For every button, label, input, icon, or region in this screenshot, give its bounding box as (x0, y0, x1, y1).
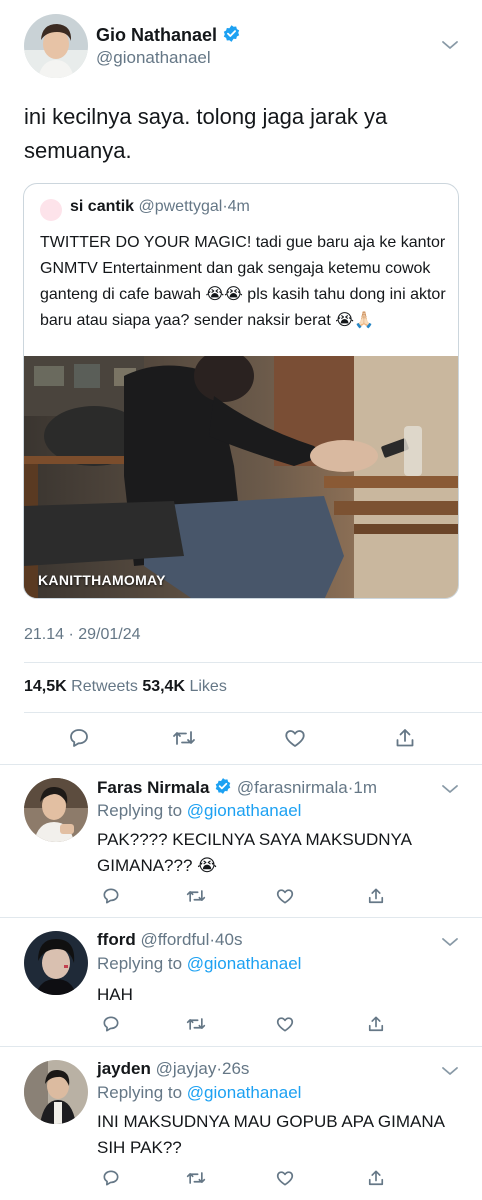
reply-header: fford @ffordful·40s (97, 930, 242, 950)
share-button[interactable] (362, 884, 390, 908)
main-avatar[interactable] (24, 14, 88, 78)
retweets-count[interactable]: 14,5K (24, 678, 67, 695)
share-button[interactable] (362, 1012, 390, 1036)
chevron-down-icon[interactable] (441, 38, 459, 56)
reply-header: jayden @jayjay·26s (97, 1059, 249, 1079)
author-name-text[interactable]: Gio Nathanael (96, 25, 217, 45)
reply-avatar[interactable] (24, 778, 88, 842)
reply-avatar[interactable] (24, 931, 88, 995)
quoted-tweet-text: TWITTER DO YOUR MAGIC! tadi gue baru aja… (40, 234, 446, 329)
reply-author-name[interactable]: fford (97, 930, 136, 949)
reply-tweet[interactable]: jayden @jayjay·26s Replying to @gionatha… (0, 1046, 482, 1200)
retweet-icon (186, 1172, 206, 1184)
retweet-button[interactable] (168, 725, 200, 751)
like-icon (276, 1017, 294, 1032)
reply-button[interactable] (97, 1012, 125, 1036)
like-icon (276, 889, 294, 904)
likes-label[interactable]: Likes (189, 678, 226, 695)
retweet-icon (186, 1018, 206, 1030)
retweet-button[interactable] (182, 1166, 210, 1190)
reply-icon (103, 1170, 119, 1186)
reply-avatar[interactable] (24, 1060, 88, 1124)
reply-author-handle[interactable]: @jayjay (156, 1059, 217, 1078)
reply-text: HAH (97, 985, 133, 1004)
like-button[interactable] (271, 1012, 299, 1036)
verified-badge-icon (214, 777, 232, 800)
like-icon (276, 1171, 294, 1186)
replying-to-link[interactable]: @gionathanael (187, 1083, 302, 1102)
like-button[interactable] (279, 725, 311, 751)
like-icon (285, 730, 305, 747)
reply-text: INI MAKSUDNYA MAU GOPUB APA GIMANA SIH P… (97, 1112, 445, 1157)
reply-text: PAK???? KECILNYA SAYA MAKSUDNYA GIMANA??… (97, 830, 412, 875)
chevron-down-icon[interactable] (441, 1064, 459, 1082)
share-icon (368, 1016, 384, 1032)
reply-header: Faras Nirmala @farasnirmala·1m (97, 777, 377, 800)
tweet-stats: 14,5K Retweets 53,4K Likes (24, 678, 227, 696)
reply-time[interactable]: 40s (215, 930, 242, 949)
chevron-down-icon[interactable] (441, 782, 459, 800)
retweet-icon (173, 731, 195, 745)
quoted-author-handle: @pwettygal (138, 198, 223, 215)
replying-to-link[interactable]: @gionathanael (187, 954, 302, 973)
retweet-button[interactable] (182, 884, 210, 908)
quoted-time: 4m (227, 198, 250, 215)
like-button[interactable] (271, 884, 299, 908)
quoted-author-name: si cantik (70, 198, 135, 215)
share-icon (368, 1170, 384, 1186)
share-button[interactable] (362, 1166, 390, 1190)
photo-watermark: KANITTHAMOMAY (38, 572, 166, 588)
reply-button[interactable] (97, 884, 125, 908)
retweets-label[interactable]: Retweets (71, 678, 138, 695)
replying-to-label: Replying to (97, 801, 183, 820)
author-name[interactable]: Gio Nathanael (96, 24, 241, 48)
quoted-avatar (40, 199, 62, 221)
reply-tweet[interactable]: fford @ffordful·40s Replying to @gionath… (0, 917, 482, 1046)
divider (24, 712, 482, 713)
quoted-tweet-header: si cantik @pwettygal·4m (70, 198, 250, 216)
likes-count[interactable]: 53,4K (142, 678, 185, 695)
reply-author-name[interactable]: Faras Nirmala (97, 778, 209, 797)
replying-to-label: Replying to (97, 954, 183, 973)
reply-author-handle[interactable]: @farasnirmala (237, 778, 348, 797)
author-handle[interactable]: @gionathanael (96, 48, 211, 68)
reply-icon (70, 729, 88, 747)
reply-time[interactable]: 1m (353, 778, 377, 797)
replying-to: Replying to @gionathanael (97, 801, 301, 821)
chevron-down-icon[interactable] (441, 935, 459, 953)
replying-to-label: Replying to (97, 1083, 183, 1102)
quoted-tweet-photo[interactable]: KANITTHAMOMAY (24, 356, 458, 598)
share-icon (368, 888, 384, 904)
reply-icon (103, 888, 119, 904)
reply-button[interactable] (63, 725, 95, 751)
share-button[interactable] (389, 725, 421, 751)
retweet-icon (186, 890, 206, 902)
reply-author-handle[interactable]: @ffordful (140, 930, 209, 949)
reply-time[interactable]: 26s (222, 1059, 249, 1078)
share-icon (396, 729, 414, 747)
tweet-timestamp[interactable]: 21.14 · 29/01/24 (24, 626, 141, 644)
tweet-text: ini kecilnya saya. tolong jaga jarak ya … (24, 104, 388, 163)
verified-badge-icon (222, 24, 241, 48)
divider (24, 662, 482, 663)
reply-button[interactable] (97, 1166, 125, 1190)
like-button[interactable] (271, 1166, 299, 1190)
reply-author-name[interactable]: jayden (97, 1059, 151, 1078)
quoted-tweet-card[interactable]: si cantik @pwettygal·4m TWITTER DO YOUR … (23, 183, 459, 599)
reply-tweet[interactable]: Faras Nirmala @farasnirmala·1m Replying … (0, 764, 482, 917)
reply-icon (103, 1016, 119, 1032)
replying-to: Replying to @gionathanael (97, 1083, 301, 1103)
replying-to: Replying to @gionathanael (97, 954, 301, 974)
retweet-button[interactable] (182, 1012, 210, 1036)
replying-to-link[interactable]: @gionathanael (187, 801, 302, 820)
